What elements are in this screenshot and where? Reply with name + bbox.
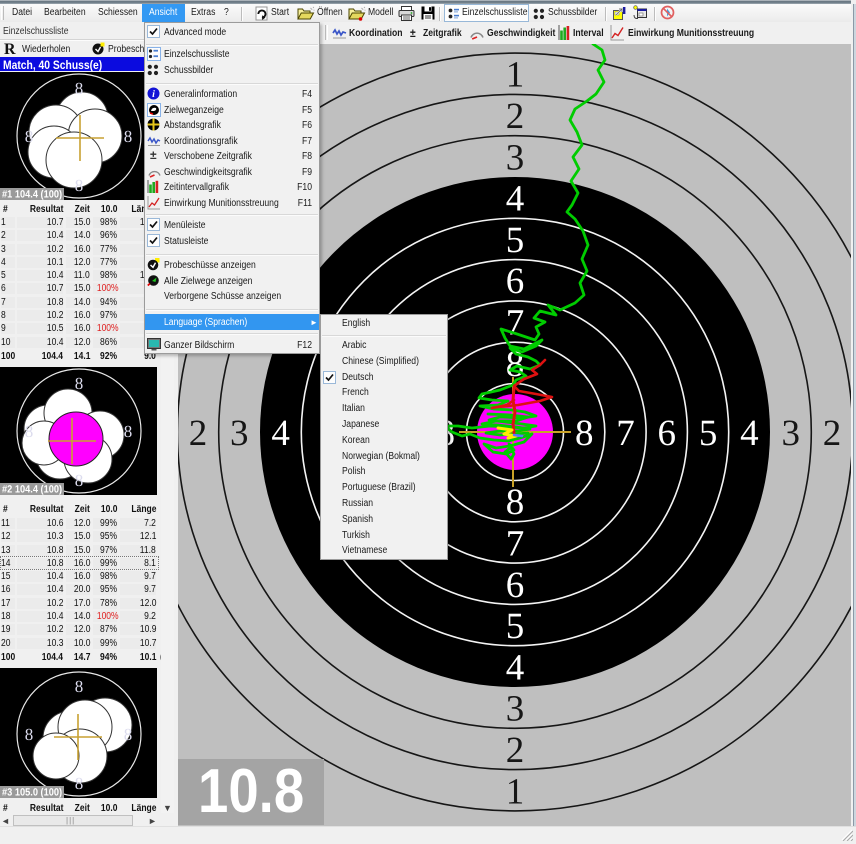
svg-text:8: 8	[75, 677, 84, 696]
svg-text:8: 8	[124, 127, 133, 146]
svg-text:#1 104.4 (100): #1 104.4 (100)	[2, 189, 62, 201]
svg-text:3: 3	[781, 413, 800, 454]
svg-text:i: i	[152, 89, 155, 100]
svg-text:5: 5	[506, 220, 525, 261]
svg-text:8: 8	[575, 413, 594, 454]
svg-text:3: 3	[230, 413, 249, 454]
svg-text:4: 4	[506, 179, 525, 220]
svg-text:7: 7	[506, 524, 525, 565]
svg-text:1: 1	[506, 771, 525, 812]
svg-text:8: 8	[25, 127, 34, 146]
svg-text:2: 2	[189, 413, 208, 454]
svg-text:8: 8	[25, 422, 34, 441]
svg-text:6: 6	[506, 565, 525, 606]
svg-text:8: 8	[75, 176, 84, 195]
svg-text:#2 104.4 (100): #2 104.4 (100)	[2, 484, 62, 496]
svg-text:3: 3	[506, 137, 525, 178]
svg-text:6: 6	[658, 413, 677, 454]
svg-text:2: 2	[506, 730, 525, 771]
svg-text:4: 4	[740, 413, 759, 454]
svg-text:8: 8	[124, 725, 133, 744]
svg-text:#3 105.0 (100): #3 105.0 (100)	[2, 787, 62, 799]
svg-text:8: 8	[124, 422, 133, 441]
svg-text:4: 4	[271, 413, 290, 454]
svg-text:8: 8	[75, 79, 84, 98]
svg-text:2: 2	[823, 413, 842, 454]
svg-text:5: 5	[699, 413, 718, 454]
svg-text:3: 3	[506, 689, 525, 730]
svg-text:8: 8	[25, 725, 34, 744]
svg-text:7: 7	[506, 303, 525, 344]
svg-text:4: 4	[506, 647, 525, 688]
svg-text:1: 1	[506, 55, 525, 96]
svg-text:8: 8	[75, 774, 84, 793]
svg-text:8: 8	[75, 471, 84, 490]
svg-text:8: 8	[506, 482, 525, 523]
svg-text:7: 7	[616, 413, 635, 454]
svg-text:5: 5	[506, 606, 525, 647]
svg-text:8: 8	[75, 374, 84, 393]
svg-text:6: 6	[506, 261, 525, 302]
svg-text:2: 2	[506, 96, 525, 137]
